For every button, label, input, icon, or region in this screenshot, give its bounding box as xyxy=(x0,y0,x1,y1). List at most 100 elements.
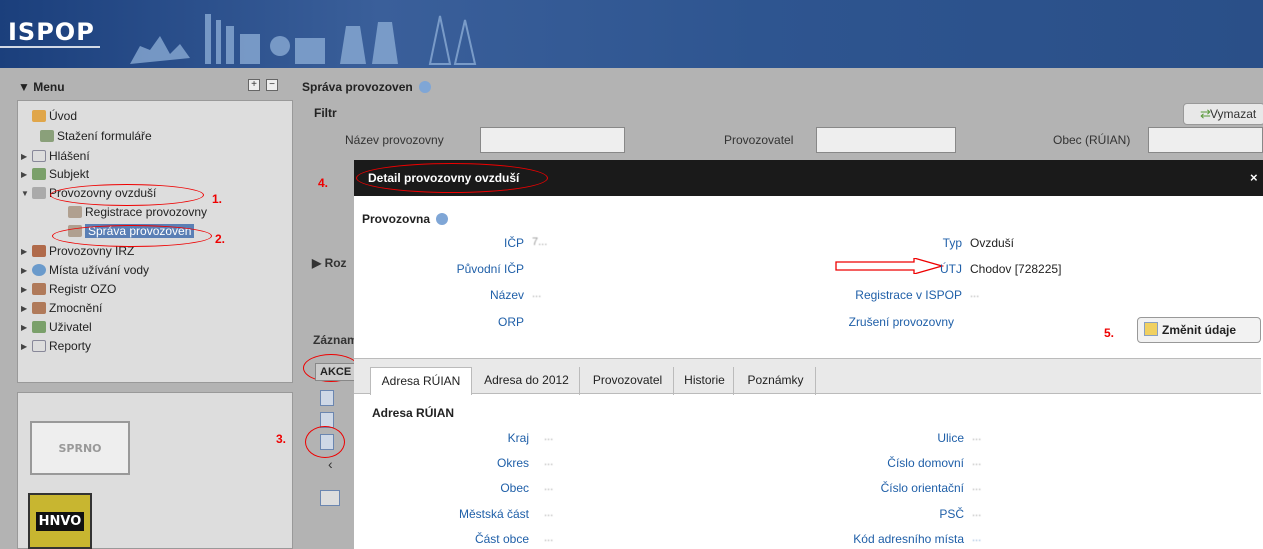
annotation-ellipse-3 xyxy=(305,426,345,458)
filter-operator-label: Provozovatel xyxy=(724,133,794,147)
expand-arrow-icon[interactable]: ▶ xyxy=(21,304,29,313)
help-icon[interactable] xyxy=(419,81,432,93)
help-icon[interactable] xyxy=(436,213,449,225)
menu-item-uvod[interactable]: Úvod xyxy=(32,109,77,123)
obec-label: Obec xyxy=(500,481,529,495)
close-icon[interactable]: × xyxy=(1250,170,1258,185)
okres-label: Okres xyxy=(496,456,529,470)
clear-filter-button[interactable]: Vymazat xyxy=(1183,103,1263,125)
annotation-number-5: 5. xyxy=(1104,326,1115,340)
kod-adresniho-mista-label: Kód adresního místa xyxy=(853,532,964,546)
cast-obce-label: Část obce xyxy=(474,532,529,546)
menu-item-zmocneni[interactable]: ▶ Zmocnění xyxy=(21,301,102,315)
utj-value: Chodov [728225] xyxy=(970,262,1062,276)
cislo-orientacni-label: Číslo orientační xyxy=(880,481,964,495)
users-icon xyxy=(32,302,46,314)
tab-poznamky[interactable]: Poznámky xyxy=(736,367,816,395)
expand-arrow-icon[interactable]: ▶ xyxy=(21,285,29,294)
filter-municipality-input[interactable] xyxy=(1148,127,1263,153)
actions-header[interactable]: AKCE xyxy=(315,363,355,381)
records-label: Záznam xyxy=(313,333,358,347)
tab-provozovatel[interactable]: Provozovatel xyxy=(582,367,674,395)
icp-value: 7... xyxy=(532,236,548,248)
expand-arrow-icon[interactable]: ▶ xyxy=(21,342,29,351)
edit-icon xyxy=(1144,322,1158,336)
orp-label: ORP xyxy=(497,315,524,329)
kod-adresniho-mista-value[interactable]: ... xyxy=(972,532,981,544)
menu-item-registr-ozo[interactable]: ▶ Registr OZO xyxy=(21,282,116,296)
filter-name-label: Název provozovny xyxy=(345,133,444,147)
scroll-left-icon[interactable]: ‹ xyxy=(328,456,333,472)
industrial-skyline-banner xyxy=(130,14,477,65)
okres-value: ... xyxy=(544,456,554,468)
menu-item-reporty[interactable]: ▶ Reporty xyxy=(21,339,91,353)
annotation-number-2: 2. xyxy=(215,232,226,246)
modal-header: Detail provozovny ovzduší × xyxy=(354,160,1263,196)
menu-item-registrace-provozovny[interactable]: Registrace provozovny xyxy=(68,205,207,219)
expand-arrow-icon[interactable]: ▶ xyxy=(21,247,29,256)
menu-item-uzivatel[interactable]: ▶ Uživatel xyxy=(21,320,92,334)
expand-filter-toggle[interactable]: ▶ Roz xyxy=(312,256,347,270)
menu-item-stazeni-formulare[interactable]: Stažení formuláře xyxy=(40,129,152,143)
address-heading: Adresa RÚIAN xyxy=(372,406,455,420)
registrace-label: Registrace v ISPOP xyxy=(855,288,962,302)
filter-name-input[interactable] xyxy=(480,127,625,153)
tab-adresa-do-2012[interactable]: Adresa do 2012 xyxy=(474,367,580,395)
annotation-number-1: 1. xyxy=(212,192,223,206)
ulice-label: Ulice xyxy=(937,431,964,445)
refresh-icon: ⇄ xyxy=(1200,106,1211,121)
filter-municipality-label: Obec (RÚIAN) xyxy=(1053,133,1131,147)
expand-arrow-icon[interactable]: ▶ xyxy=(21,323,29,332)
typ-label: Typ xyxy=(942,236,962,250)
provozovna-heading: Provozovna xyxy=(362,212,449,226)
filter-label: Filtr xyxy=(314,106,337,120)
water-icon xyxy=(32,264,46,276)
tab-historie[interactable]: Historie xyxy=(676,367,734,395)
menu-item-hlaseni[interactable]: ▶ Hlášení xyxy=(21,149,90,163)
zruseni-label: Zrušení provozovny xyxy=(848,315,954,329)
collapse-all-icon[interactable]: − xyxy=(266,79,278,91)
app-header: ISPOP xyxy=(0,0,1263,68)
chart-icon xyxy=(32,340,46,352)
user-icon xyxy=(32,321,46,333)
icp-label: IČP xyxy=(503,236,524,250)
annotation-number-3: 3. xyxy=(276,432,287,446)
nazev-value: ... xyxy=(532,288,542,300)
psc-label: PSČ xyxy=(939,507,964,521)
partner-logos: SPRNO HNVO xyxy=(17,392,293,549)
logo-underline xyxy=(0,46,100,48)
hnvo-logo[interactable]: HNVO xyxy=(28,493,92,549)
ulice-value: ... xyxy=(972,431,982,443)
cislo-domovni-label: Číslo domovní xyxy=(887,456,964,470)
expand-arrow-icon[interactable]: ▶ xyxy=(21,170,29,179)
obec-value: ... xyxy=(544,481,554,493)
expand-arrow-icon[interactable]: ▶ xyxy=(21,152,29,161)
annotation-ellipse-1 xyxy=(50,184,204,206)
ispop-logo[interactable]: ISPOP xyxy=(8,18,95,46)
sprno-logo[interactable]: SPRNO xyxy=(30,421,130,475)
menu-title[interactable]: ▼ Menu xyxy=(18,80,65,94)
gear-icon xyxy=(68,206,82,218)
collapse-arrow-icon[interactable]: ▼ xyxy=(21,189,29,198)
tab-adresa-ruian[interactable]: Adresa RÚIAN xyxy=(370,367,472,395)
mestska-cast-value: ... xyxy=(544,507,554,519)
kraj-label: Kraj xyxy=(507,431,529,445)
annotation-ellipse-2 xyxy=(52,225,212,247)
menu-item-subjekt[interactable]: ▶ Subjekt xyxy=(21,167,89,181)
menu-item-mista-uzivani-vody[interactable]: ▶ Místa užívání vody xyxy=(21,263,149,277)
modal-title: Detail provozovny ovzduší xyxy=(368,171,520,185)
row-detail-icon[interactable] xyxy=(320,390,334,406)
home-icon xyxy=(32,110,46,122)
cislo-orientacni-value: ... xyxy=(972,481,982,493)
detail-tabs: Adresa RÚIAN Adresa do 2012 Provozovatel… xyxy=(354,358,1261,395)
expand-arrow-icon[interactable]: ▶ xyxy=(21,266,29,275)
cloud-icon xyxy=(32,187,46,199)
users-icon xyxy=(32,283,46,295)
nazev-label: Název xyxy=(489,288,524,302)
menu-tools: + − xyxy=(248,79,278,91)
psc-value: ... xyxy=(972,507,982,519)
filter-operator-input[interactable] xyxy=(816,127,956,153)
typ-value: Ovzduší xyxy=(970,236,1015,250)
export-icon[interactable] xyxy=(320,490,340,506)
expand-all-icon[interactable]: + xyxy=(248,79,260,91)
